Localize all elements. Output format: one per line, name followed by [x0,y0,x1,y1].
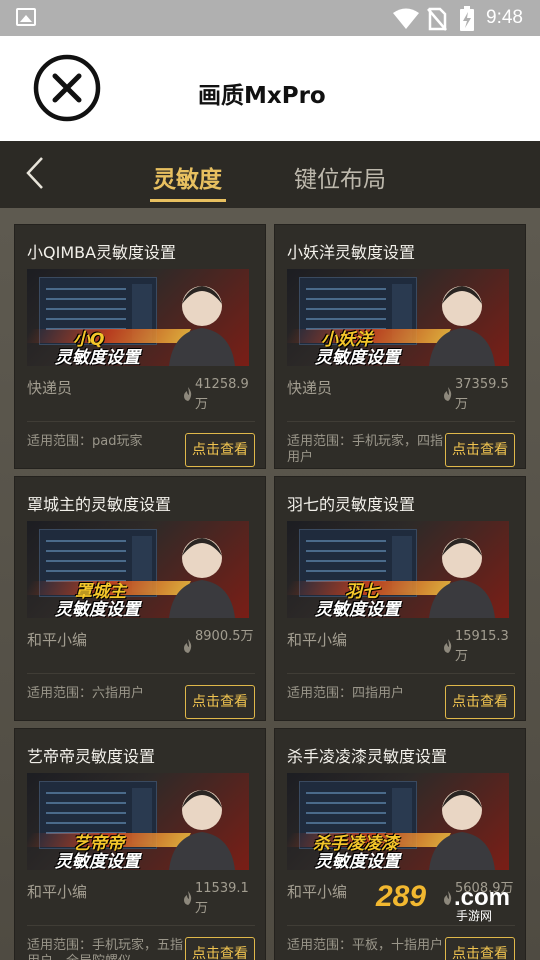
status-bar: 9:48 [0,0,540,36]
status-time: 9:48 [486,7,523,28]
streamer-portrait-icon [169,286,235,366]
card-scope: 适用范围：pad玩家 [27,434,143,449]
view-details-button[interactable]: 点击查看 [445,937,515,960]
thumb-caption-sub: 灵敏度设置 [315,852,400,870]
card-thumbnail[interactable]: 小妖洋 灵敏度设置 [287,269,509,366]
card-author: 快递员 [27,379,73,397]
card-scope: 适用范围：六指用户 [27,686,145,701]
app-title: 画质MxPro [198,83,326,109]
view-details-button[interactable]: 点击查看 [445,433,515,467]
card-divider [27,673,255,674]
card-views: 11539.1万 [195,881,249,916]
card-thumbnail[interactable]: 羽七 灵敏度设置 [287,521,509,618]
card-views: 8900.5万 [195,629,254,644]
card-scope: 适用范围：四指用户 [287,686,405,701]
card-author: 和平小编 [27,631,88,649]
card-title: 羽七的灵敏度设置 [287,495,416,514]
close-button[interactable] [33,54,101,122]
card-author: 和平小编 [287,631,348,649]
card-divider [287,673,515,674]
card-scope: 适用范围：平板，十指用户 [287,938,444,953]
wifi-icon [393,8,419,29]
no-sim-icon [427,7,447,31]
image-notification-icon [16,8,36,26]
card-title: 小妖洋灵敏度设置 [287,243,416,262]
card-thumbnail[interactable]: 杀手凌凌漆 灵敏度设置 [287,773,509,870]
card-author: 快递员 [287,379,333,397]
card-thumbnail[interactable]: 罩城主 灵敏度设置 [27,521,249,618]
card-title: 杀手凌凌漆灵敏度设置 [287,747,448,766]
card-author: 和平小编 [287,883,348,901]
thumb-caption-sub: 灵敏度设置 [55,348,140,366]
card-divider [287,421,515,422]
view-details-button[interactable]: 点击查看 [185,685,255,719]
back-chevron-icon[interactable] [20,152,50,194]
tab-sensitivity[interactable]: 灵敏度 [153,160,222,194]
streamer-portrait-icon [429,790,495,870]
sensitivity-card[interactable]: 杀手凌凌漆灵敏度设置 杀手凌凌漆 灵敏度设置 和平小编 5608.9万 适用范围… [274,728,526,960]
streamer-portrait-icon [169,538,235,618]
sensitivity-card[interactable]: 小妖洋灵敏度设置 小妖洋 灵敏度设置 快递员 37359.5万 适用范围：手机玩… [274,224,526,469]
card-thumbnail[interactable]: 艺帝帝 灵敏度设置 [27,773,249,870]
card-views: 41258.9万 [195,377,249,412]
card-views: 37359.5万 [455,377,509,412]
card-scope: 适用范围：手机玩家，五指用户，全局陀螺仪 [27,938,184,960]
tab-bar [0,141,540,208]
flame-icon [184,387,192,401]
tab-active-indicator [150,199,226,202]
sensitivity-card[interactable]: 罩城主的灵敏度设置 罩城主 灵敏度设置 和平小编 8900.5万 适用范围：六指… [14,476,266,721]
tab-key-layout[interactable]: 键位布局 [294,160,386,194]
thumb-caption-sub: 灵敏度设置 [55,600,140,618]
flame-icon [444,387,452,401]
card-title: 小QIMBA灵敏度设置 [27,243,177,262]
card-title: 艺帝帝灵敏度设置 [27,747,156,766]
thumb-caption-sub: 灵敏度设置 [315,348,400,366]
streamer-portrait-icon [429,286,495,366]
sensitivity-card[interactable]: 羽七的灵敏度设置 羽七 灵敏度设置 和平小编 15915.3万 适用范围：四指用… [274,476,526,721]
streamer-portrait-icon [429,538,495,618]
streamer-portrait-icon [169,790,235,870]
flame-icon [184,639,192,653]
watermark-sub: 手游网 [456,909,493,923]
flame-icon [444,639,452,653]
card-author: 和平小编 [27,883,88,901]
card-views: 15915.3万 [455,629,509,664]
card-divider [27,421,255,422]
watermark-logo: 289 .com 手游网 [376,880,518,923]
battery-charging-icon [460,6,474,31]
view-details-button[interactable]: 点击查看 [185,433,255,467]
view-details-button[interactable]: 点击查看 [445,685,515,719]
watermark-number: 289 [376,880,427,913]
card-title: 罩城主的灵敏度设置 [27,495,172,514]
sensitivity-card[interactable]: 艺帝帝灵敏度设置 艺帝帝 灵敏度设置 和平小编 11539.1万 适用范围：手机… [14,728,266,960]
card-thumbnail[interactable]: 小Q 灵敏度设置 [27,269,249,366]
card-divider [287,925,515,926]
flame-icon [184,891,192,905]
sensitivity-card[interactable]: 小QIMBA灵敏度设置 小Q 灵敏度设置 快递员 41258.9万 适用范围：p… [14,224,266,469]
card-scope: 适用范围：手机玩家，四指用户 [287,434,444,465]
card-divider [27,925,255,926]
view-details-button[interactable]: 点击查看 [185,937,255,960]
thumb-caption-sub: 灵敏度设置 [315,600,400,618]
thumb-caption-sub: 灵敏度设置 [55,852,140,870]
